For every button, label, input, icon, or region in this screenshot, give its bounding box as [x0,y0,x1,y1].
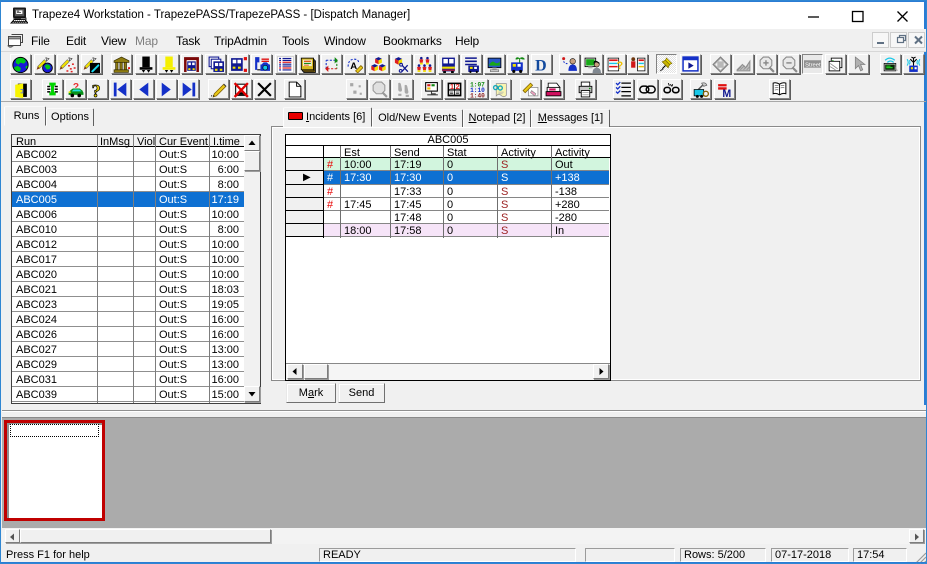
svg-text:1:40: 1:40 [470,92,485,98]
svg-text:Street: Street [805,63,821,69]
svg-text:?: ? [617,60,623,72]
svg-text:2: 2 [456,82,460,91]
svg-text:D: D [535,57,547,73]
svg-text:1: 1 [450,82,454,91]
svg-text:?: ? [92,81,101,98]
svg-text:M: M [722,88,731,98]
